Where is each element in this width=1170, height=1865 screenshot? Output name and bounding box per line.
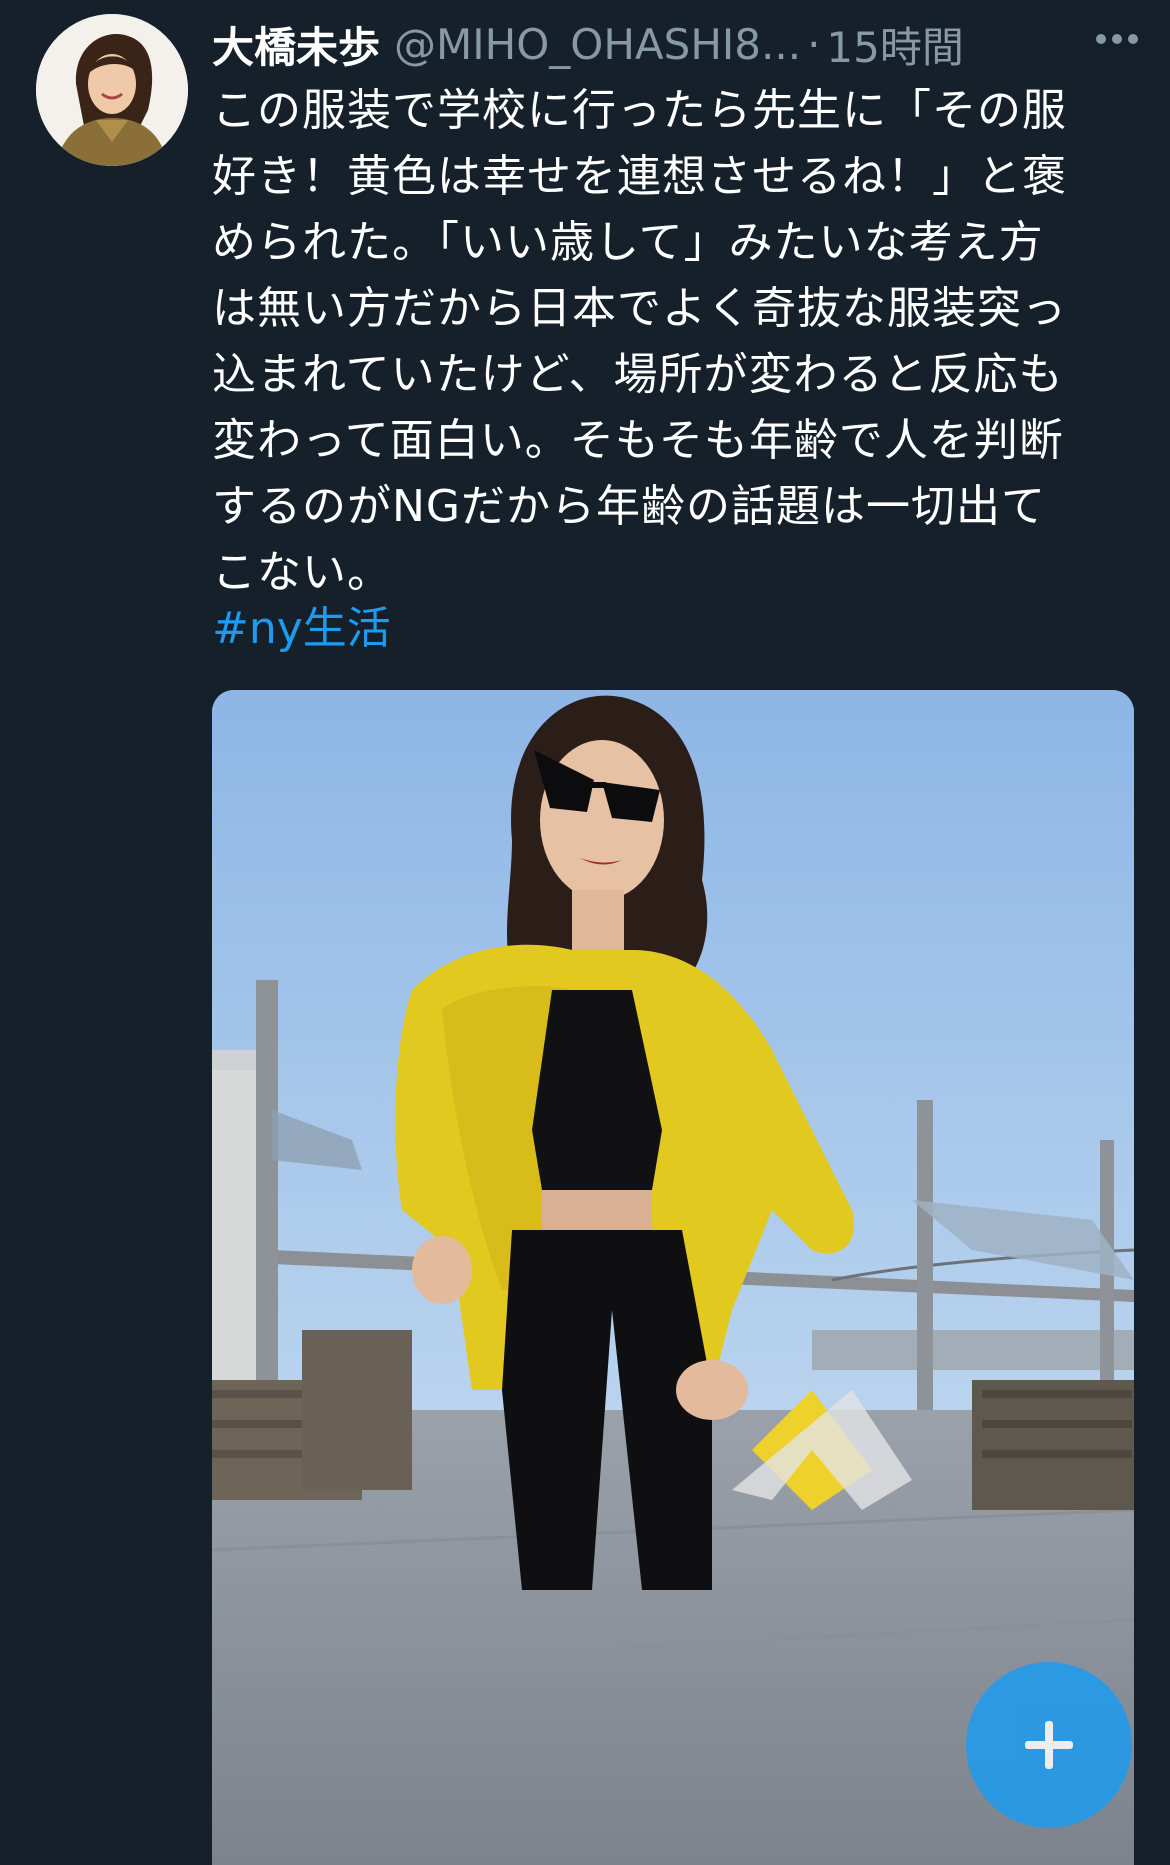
plus-icon [1025, 1721, 1073, 1769]
tweet-text-line: 好き！黄色は幸せを連想させるね！」と褒 [212, 151, 1067, 202]
header-separator: · [807, 19, 821, 69]
tweet-text-line: するのがNGだから年齢の話題は一切出て [212, 481, 1047, 532]
tweet-text-line: は無い方だから日本でよく奇抜な服装突っ [212, 283, 1067, 334]
author-avatar[interactable] [36, 14, 188, 166]
compose-fab[interactable] [966, 1662, 1132, 1828]
author-handle[interactable]: @MIHO_OHASHI8... [394, 20, 801, 69]
tweet-text-line: められた。「いい歳して」みたいな考え方 [212, 217, 1044, 268]
tweet-text-line: この服装で学校に行ったら先生に「その服 [212, 85, 1067, 136]
tweet-text-line: 込まれていたけど、場所が変わると反応も [212, 349, 1064, 400]
tweet-timestamp[interactable]: 15時間 [826, 14, 963, 74]
tweet-header: 大橋未歩 @MIHO_OHASHI8... · 15時間 [212, 14, 1142, 74]
tweet-text-line: 変わって面白い。そもそも年齢で人を判断 [212, 415, 1064, 466]
tweet-body: この服装で学校に行ったら先生に「その服 好き！黄色は幸せを連想させるね！」と褒 … [212, 78, 1142, 606]
more-horizontal-icon[interactable] [1092, 14, 1142, 64]
author-name[interactable]: 大橋未歩 [212, 14, 380, 74]
hashtag-link[interactable]: #ny生活 [212, 596, 391, 662]
tweet-screen: 大橋未歩 @MIHO_OHASHI8... · 15時間 この服装で学校に行った… [0, 0, 1170, 1865]
avatar-photo [36, 14, 188, 166]
